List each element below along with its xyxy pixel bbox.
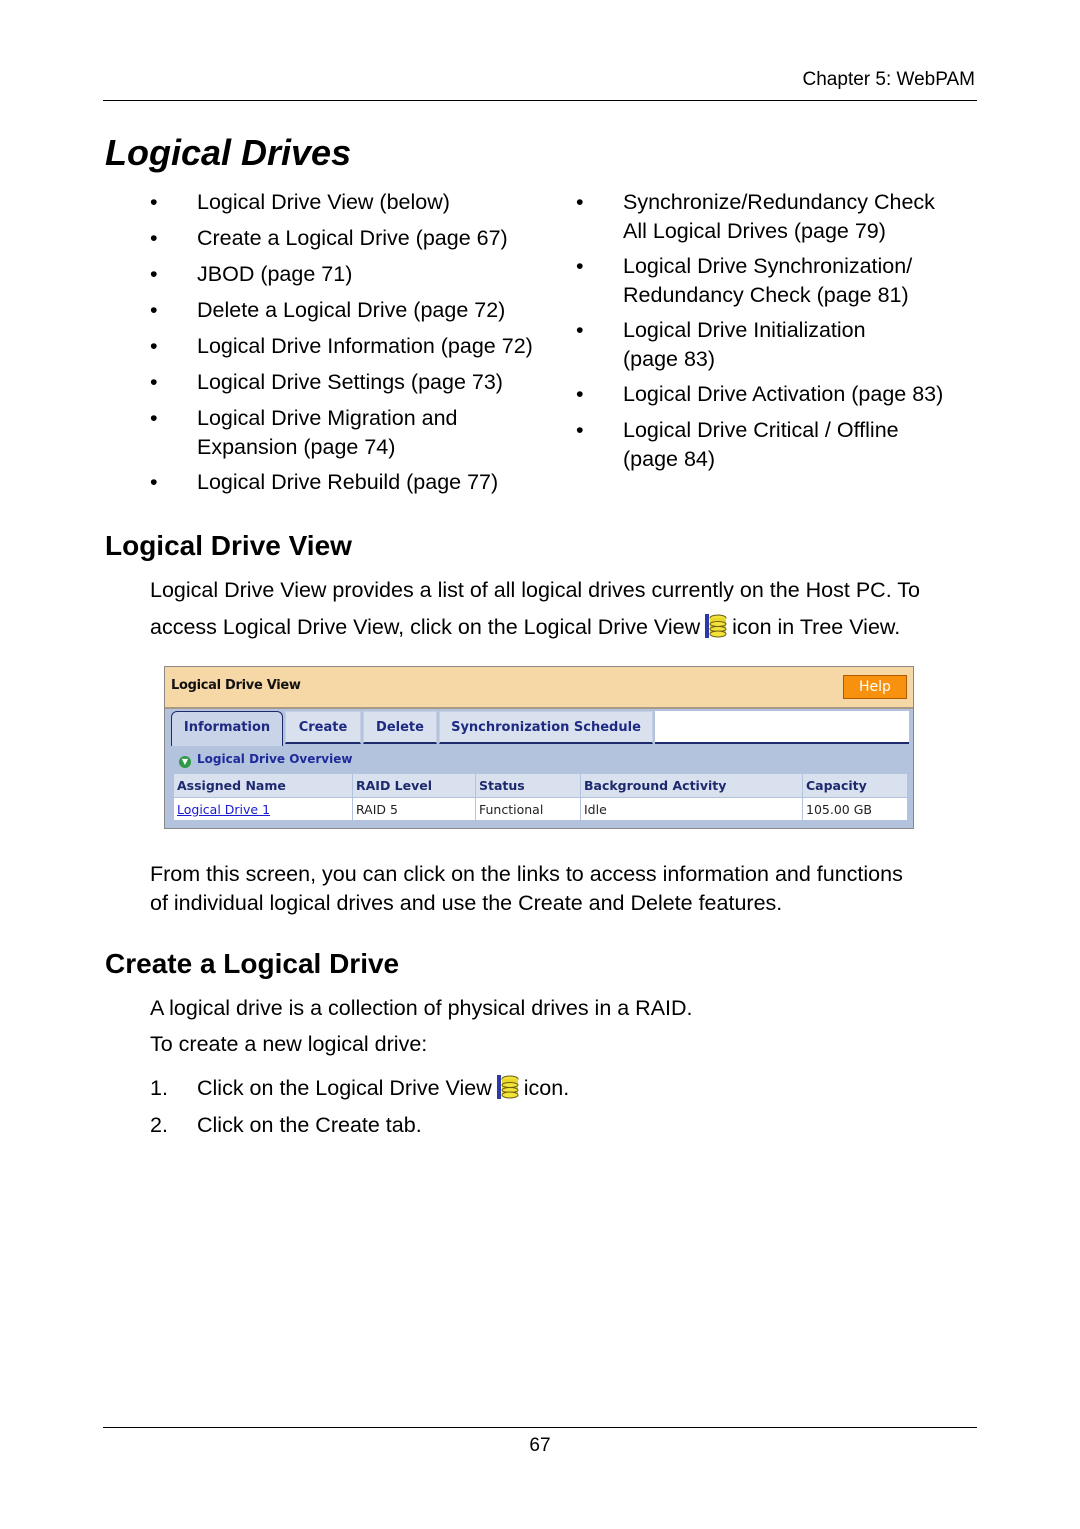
- header-rule: [103, 100, 977, 101]
- tab-create[interactable]: Create: [285, 711, 361, 744]
- paragraph: A logical drive is a collection of physi…: [150, 996, 693, 1020]
- section-heading-logical-drive-view: Logical Drive View: [105, 530, 352, 561]
- cell-capacity: 105.00 GB: [802, 797, 908, 821]
- logical-drive-view-icon: [496, 1074, 520, 1100]
- panel-header: Logical Drive View Help: [165, 667, 913, 709]
- tab-bar: Information Create Delete Synchronizatio…: [169, 711, 909, 746]
- footer-rule: [103, 1427, 977, 1428]
- page-number: 67: [529, 1435, 551, 1456]
- paragraph: To create a new logical drive:: [150, 1032, 428, 1056]
- column-header: Capacity: [802, 773, 908, 798]
- help-button[interactable]: Help: [843, 675, 907, 699]
- overview-section[interactable]: ▼ Logical Drive Overview: [179, 752, 352, 768]
- column-header: Assigned Name: [173, 773, 353, 798]
- column-header: Status: [475, 773, 581, 798]
- cell-assigned-name: Logical Drive 1: [173, 797, 353, 821]
- logical-drive-table: Assigned Name RAID Level Status Backgrou…: [173, 773, 908, 821]
- tab-bar-filler: [655, 711, 909, 744]
- section-heading-create-logical-drive: Create a Logical Drive: [105, 948, 400, 979]
- column-header: RAID Level: [352, 773, 476, 798]
- table-header-row: Assigned Name RAID Level Status Backgrou…: [173, 773, 908, 798]
- logical-drive-view-panel: Logical Drive View Help Information Crea…: [164, 666, 914, 829]
- cell-raid-level: RAID 5: [352, 797, 476, 821]
- tab-information[interactable]: Information: [171, 711, 283, 746]
- logical-drive-view-icon: [704, 613, 728, 639]
- tab-synchronization-schedule[interactable]: Synchronization Schedule: [439, 711, 653, 744]
- page-title: Logical Drives: [105, 132, 352, 173]
- cell-background-activity: Idle: [580, 797, 803, 821]
- chapter-header: Chapter 5: WebPAM: [802, 69, 975, 90]
- tab-delete[interactable]: Delete: [363, 711, 437, 744]
- paragraph-line: access Logical Drive View, click on the …: [150, 613, 901, 639]
- column-header: Background Activity: [580, 773, 803, 798]
- paragraph: From this screen, you can click on the l…: [150, 862, 903, 915]
- panel-title: Logical Drive View: [171, 678, 301, 693]
- collapse-chevron-icon[interactable]: ▼: [179, 756, 191, 768]
- paragraph: Logical Drive View provides a list of al…: [150, 572, 920, 646]
- table-row: Logical Drive 1 RAID 5 Functional Idle 1…: [173, 797, 908, 821]
- logical-drive-link[interactable]: Logical Drive 1: [177, 802, 270, 817]
- cell-status: Functional: [475, 797, 581, 821]
- paragraph-line: Logical Drive View provides a list of al…: [150, 578, 920, 602]
